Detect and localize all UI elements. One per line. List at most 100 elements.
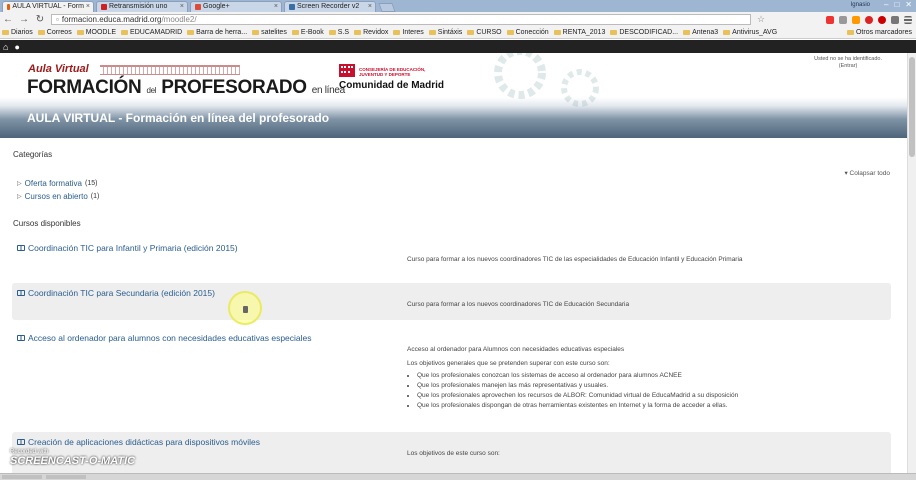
course-title[interactable]: Creación de aplicaciones didácticas para… <box>28 437 260 447</box>
extension-icon[interactable] <box>878 15 886 24</box>
bookmark-label: RENTA_2013 <box>562 29 606 36</box>
close-window-icon[interactable]: ✕ <box>905 0 912 10</box>
gear-decoration-icon <box>494 53 599 107</box>
folder-icon <box>393 30 401 35</box>
close-tab-icon[interactable]: × <box>368 2 372 12</box>
bookmark-item[interactable]: Antivirus_AVG <box>723 29 777 36</box>
course-title[interactable]: Coordinación TIC para Secundaria (edició… <box>28 288 215 298</box>
bookmark-item[interactable]: satelites <box>252 29 287 36</box>
category-cursos-abierto[interactable]: ▷ Cursos en abierto (1) <box>17 192 99 201</box>
forward-icon[interactable]: → <box>19 14 29 25</box>
home-icon[interactable]: ⌂ <box>3 42 8 52</box>
course-title-link[interactable]: Creación de aplicaciones didácticas para… <box>17 437 260 447</box>
login-link[interactable]: (Entrar) <box>814 63 882 70</box>
bookmark-item[interactable]: E-Book <box>291 29 324 36</box>
browser-toolbar: ← → ↻ ▫ formacion.educa.madrid.org/moodl… <box>0 12 916 27</box>
category-label[interactable]: Cursos en abierto <box>25 192 88 201</box>
bookmark-item[interactable]: Correos <box>37 29 72 36</box>
bookmark-item[interactable]: Conección <box>506 29 549 36</box>
category-oferta-formativa[interactable]: ▷ Oferta formativa (15) <box>17 179 97 188</box>
bookmark-label: Barra de herra... <box>196 29 248 36</box>
browser-tab-aula-virtual[interactable]: AULA VIRTUAL - Form × <box>2 1 94 12</box>
logo-word: PROFESORADO <box>161 77 307 98</box>
bookmark-item[interactable]: Revidox <box>354 29 388 36</box>
logo-word: del <box>146 86 157 95</box>
logo-word: FORMACIÓN <box>27 77 142 98</box>
extension-icon[interactable] <box>891 15 899 24</box>
bookmark-item[interactable]: S.S <box>328 29 349 36</box>
minimize-icon[interactable]: – <box>884 0 888 10</box>
reload-icon[interactable]: ↻ <box>35 14 45 25</box>
browser-user-name[interactable]: Ignasio <box>851 0 870 10</box>
course-item: Coordinación TIC para Infantil y Primari… <box>12 238 891 273</box>
expand-icon[interactable]: ▷ <box>17 193 22 200</box>
folder-icon <box>610 30 618 35</box>
url-path: /moodle2/ <box>161 15 197 24</box>
maximize-icon[interactable]: □ <box>894 0 899 10</box>
consejeria-text: CONSEJERÍA DE EDUCACIÓN, JUVENTUD Y DEPO… <box>359 67 426 77</box>
folder-icon <box>328 30 336 35</box>
building-logo-icon <box>100 65 240 75</box>
bookmark-item[interactable]: DESCODIFICAD... <box>610 29 678 36</box>
expand-icon[interactable]: ▷ <box>17 180 22 187</box>
bookmark-item[interactable]: Antena3 <box>683 29 718 36</box>
bookmark-item[interactable]: Sintáxis <box>428 29 462 36</box>
bookmark-label: CURSO <box>476 29 502 36</box>
taskbar <box>0 473 916 480</box>
course-title[interactable]: Acceso al ordenador para alumnos con nec… <box>28 333 312 343</box>
bookmark-label: EDUCAMADRID <box>130 29 183 36</box>
browser-tab-google-plus[interactable]: Google+ × <box>190 1 282 12</box>
scrollbar-thumb[interactable] <box>909 57 915 157</box>
bookmark-item[interactable]: Interes <box>393 29 424 36</box>
course-item: Acceso al ordenador para alumnos con nec… <box>12 328 891 423</box>
course-title-link[interactable]: Coordinación TIC para Secundaria (edició… <box>17 288 215 298</box>
site-header: Aula Virtual FORMACIÓN del PROFESORADO e… <box>0 53 916 138</box>
user-icon[interactable]: ● <box>14 42 19 52</box>
folder-icon <box>506 30 514 35</box>
bookmark-item[interactable]: Barra de herra... <box>187 29 247 36</box>
browser-tab-screen-recorder[interactable]: Screen Recorder v2 × <box>284 1 376 12</box>
menu-icon[interactable] <box>904 15 912 24</box>
new-tab-button[interactable] <box>378 3 396 12</box>
page-scrollbar[interactable] <box>907 53 916 473</box>
course-icon <box>17 439 25 445</box>
bookmark-label: Antena3 <box>692 29 719 36</box>
close-tab-icon[interactable]: × <box>86 2 90 12</box>
folder-icon <box>252 30 260 35</box>
extension-icon[interactable] <box>852 15 860 24</box>
address-bar[interactable]: ▫ formacion.educa.madrid.org/moodle2/ <box>51 14 751 25</box>
category-count: (15) <box>84 180 98 187</box>
course-item: Coordinación TIC para Secundaria (edició… <box>12 283 891 320</box>
extension-icon[interactable] <box>826 15 834 24</box>
bookmark-item[interactable]: CURSO <box>467 29 502 36</box>
course-summary: Curso para formar a los nuevos coordinad… <box>407 301 630 308</box>
extension-icon[interactable] <box>839 15 847 24</box>
bookmark-item[interactable]: EDUCAMADRID <box>121 29 182 36</box>
taskbar-item[interactable] <box>46 475 86 479</box>
bookmark-star-icon[interactable]: ☆ <box>757 14 765 25</box>
summary-line: Los objetivos generales que se pretenden… <box>407 360 610 367</box>
tab-label: AULA VIRTUAL - Form <box>12 3 84 10</box>
close-tab-icon[interactable]: × <box>274 2 278 12</box>
taskbar-item[interactable] <box>2 475 42 479</box>
bookmark-item[interactable]: RENTA_2013 <box>553 29 606 36</box>
bookmark-label: DESCODIFICAD... <box>619 29 679 36</box>
collapse-all-link[interactable]: ▾ Colapsar todo <box>844 169 890 177</box>
course-title[interactable]: Coordinación TIC para Infantil y Primari… <box>28 243 238 253</box>
bookmark-item[interactable]: MOODLE <box>76 29 116 36</box>
folder-icon <box>846 30 854 35</box>
courses-heading: Cursos disponibles <box>13 219 81 228</box>
bookmark-other-folders[interactable]: Otros marcadores <box>846 29 912 36</box>
category-label[interactable]: Oferta formativa <box>25 179 82 188</box>
back-icon[interactable]: ← <box>3 14 13 25</box>
course-title-link[interactable]: Acceso al ordenador para alumnos con nec… <box>17 333 312 343</box>
bookmark-item[interactable]: Diarios <box>2 29 33 36</box>
course-title-link[interactable]: Coordinación TIC para Infantil y Primari… <box>17 243 238 253</box>
extension-icon[interactable] <box>865 15 873 24</box>
close-tab-icon[interactable]: × <box>180 2 184 12</box>
bookmark-label: Correos <box>46 29 72 36</box>
bookmark-label: Diarios <box>11 29 33 36</box>
collapse-icon: ▾ <box>844 170 848 177</box>
browser-tab-retransmision[interactable]: Retransmisión uno × <box>96 1 188 12</box>
collapse-all-label: Colapsar todo <box>849 170 890 177</box>
